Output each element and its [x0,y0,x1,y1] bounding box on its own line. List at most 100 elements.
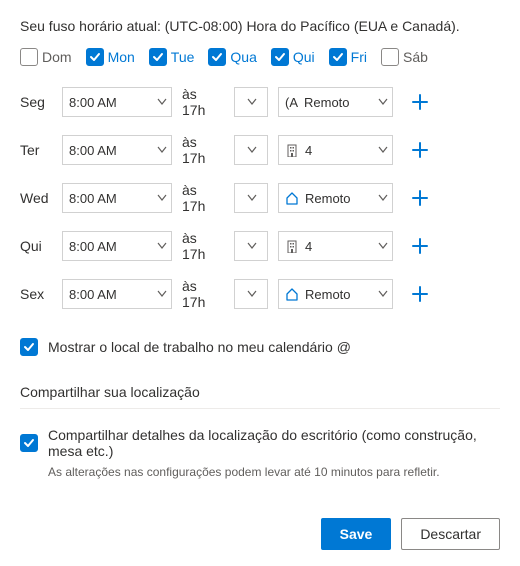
schedule-row-ter: Ter 8:00 AM às 17h 4 [20,134,500,166]
start-time-text: 8:00 AM [69,191,117,206]
home-icon [285,287,299,301]
chevron-down-icon [247,241,257,251]
day-checkbox-fri[interactable] [329,48,347,66]
day-label: Dom [42,49,72,65]
home-icon [285,191,299,205]
chevron-down-icon [247,193,257,203]
show-location-option: Mostrar o local de trabalho no meu calen… [20,338,500,356]
to-label: às 17h [182,230,224,262]
end-time-dropdown[interactable] [234,183,268,213]
to-label: às 17h [182,86,224,118]
location-dropdown[interactable]: 4 [278,135,393,165]
chevron-down-icon [378,145,388,155]
location-text: Remoto [305,287,351,302]
share-details-label: Compartilhar detalhes da localização do … [48,427,500,459]
day-checkbox-dom[interactable] [20,48,38,66]
start-time-dropdown[interactable]: 8:00 AM [62,135,172,165]
location-text: Remoto [304,95,350,110]
day-item-dom: Dom [20,48,72,66]
plus-icon [411,141,429,159]
start-time-text: 8:00 AM [69,287,117,302]
chevron-down-icon [157,241,167,251]
location-prefix: (A [285,95,298,110]
add-slot-button[interactable] [407,137,433,163]
location-dropdown[interactable]: (A Remoto [278,87,393,117]
location-text: 4 [305,239,312,254]
day-item-qui: Qui [271,48,315,66]
share-details-option: Compartilhar detalhes da localização do … [20,427,500,459]
day-item-mon: Mon [86,48,135,66]
save-button[interactable]: Save [321,518,392,550]
add-slot-button[interactable] [407,233,433,259]
day-label: Mon [108,49,135,65]
share-details-checkbox[interactable] [20,434,38,452]
start-time-dropdown[interactable]: 8:00 AM [62,87,172,117]
to-label: às 17h [182,134,224,166]
chevron-down-icon [378,289,388,299]
location-dropdown[interactable]: 4 [278,231,393,261]
chevron-down-icon [247,97,257,107]
share-section-title: Compartilhar sua localização [20,384,500,400]
day-label: Tue [171,49,195,65]
location-dropdown[interactable]: Remoto [278,279,393,309]
chevron-down-icon [157,193,167,203]
day-item-qua: Qua [208,48,256,66]
plus-icon [411,237,429,255]
building-icon [285,143,299,157]
row-day-label: Wed [20,190,52,206]
start-time-dropdown[interactable]: 8:00 AM [62,279,172,309]
day-label: Fri [351,49,367,65]
chevron-down-icon [157,289,167,299]
end-time-dropdown[interactable] [234,87,268,117]
location-dropdown[interactable]: Remoto [278,183,393,213]
location-text: Remoto [305,191,351,206]
day-item-fri: Fri [329,48,367,66]
add-slot-button[interactable] [407,185,433,211]
schedule-row-qui: Qui 8:00 AM às 17h 4 [20,230,500,262]
discard-button[interactable]: Descartar [401,518,500,550]
start-time-dropdown[interactable]: 8:00 AM [62,183,172,213]
add-slot-button[interactable] [407,89,433,115]
start-time-text: 8:00 AM [69,95,117,110]
add-slot-button[interactable] [407,281,433,307]
footer-buttons: Save Descartar [321,518,500,550]
schedule-row-sex: Sex 8:00 AM às 17h Remoto [20,278,500,310]
day-checkbox-qua[interactable] [208,48,226,66]
schedule-rows: Seg 8:00 AM às 17h (A Remoto Ter 8:00 AM às 17h… [20,86,500,310]
day-item-sáb: Sáb [381,48,428,66]
day-checkbox-qui[interactable] [271,48,289,66]
end-time-dropdown[interactable] [234,279,268,309]
chevron-down-icon [378,97,388,107]
weekday-selector: Dom Mon Tue Qua Qui Fri Sáb [20,48,500,66]
chevron-down-icon [378,241,388,251]
day-checkbox-tue[interactable] [149,48,167,66]
end-time-dropdown[interactable] [234,135,268,165]
start-time-dropdown[interactable]: 8:00 AM [62,231,172,261]
divider [20,408,500,409]
day-checkbox-mon[interactable] [86,48,104,66]
day-item-tue: Tue [149,48,195,66]
row-day-label: Seg [20,94,52,110]
row-day-label: Sex [20,286,52,302]
day-checkbox-sáb[interactable] [381,48,399,66]
show-location-checkbox[interactable] [20,338,38,356]
day-label: Sáb [403,49,428,65]
chevron-down-icon [378,193,388,203]
location-text: 4 [305,143,312,158]
share-note: As alterações nas configurações podem le… [48,465,500,479]
end-time-dropdown[interactable] [234,231,268,261]
plus-icon [411,93,429,111]
plus-icon [411,189,429,207]
plus-icon [411,285,429,303]
building-icon [285,239,299,253]
schedule-row-wed: Wed8:00 AMàs 17hRemoto [20,182,500,214]
to-label: às 17h [182,278,224,310]
row-day-label: Qui [20,238,52,254]
chevron-down-icon [157,145,167,155]
chevron-down-icon [247,145,257,155]
row-day-label: Ter [20,142,52,158]
chevron-down-icon [247,289,257,299]
timezone-text: Seu fuso horário atual: (UTC-08:00) Hora… [20,18,500,34]
day-label: Qua [230,49,256,65]
chevron-down-icon [157,97,167,107]
